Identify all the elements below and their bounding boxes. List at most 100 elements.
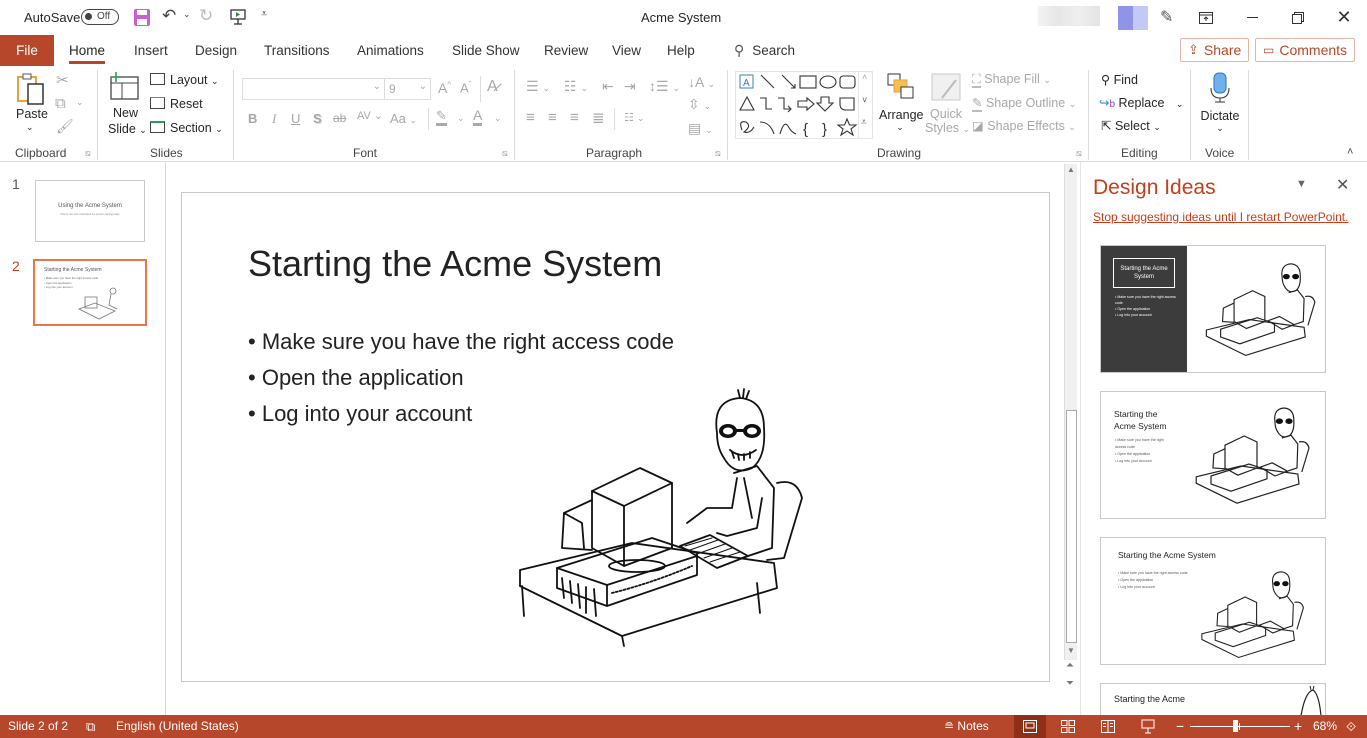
slide-canvas[interactable]: Starting the Acme System • Make sure you… xyxy=(181,192,1050,682)
close-pane-icon[interactable]: ✕ xyxy=(1336,175,1349,195)
increase-indent-button[interactable]: ⇥ xyxy=(624,78,636,95)
justify-button[interactable]: ≣ xyxy=(592,109,605,127)
layout-button[interactable]: Layout ⌄ xyxy=(150,73,219,87)
character-spacing-button[interactable]: AV ⌄ xyxy=(357,109,383,122)
align-right-button[interactable]: ≡ xyxy=(570,109,579,126)
change-case-button[interactable]: Aa ⌄ xyxy=(390,111,417,126)
font-size-combobox[interactable]: 9 ⌄ xyxy=(385,78,431,100)
text-direction-button[interactable]: ↓A ⌄ xyxy=(688,74,715,90)
format-painter-icon[interactable]: 🖌 xyxy=(56,118,74,135)
undo-dropdown-icon[interactable]: ⌄ xyxy=(183,9,191,20)
text-shadow-button[interactable]: S xyxy=(313,111,322,126)
font-color-dropdown-icon[interactable]: ⌄ xyxy=(494,113,502,124)
columns-button[interactable]: ☷ ⌄ xyxy=(624,111,644,124)
slideshow-button[interactable] xyxy=(1141,719,1155,737)
tab-review[interactable]: Review xyxy=(544,35,588,66)
zoom-slider[interactable] xyxy=(1190,720,1290,732)
avatar[interactable] xyxy=(1118,6,1148,30)
find-button[interactable]: ⚲ Find xyxy=(1101,72,1138,87)
fit-slide-to-window-icon[interactable]: ⟐ xyxy=(1346,715,1356,738)
redo-icon[interactable]: ↻ xyxy=(199,6,213,26)
next-slide-icon[interactable]: ⏷ xyxy=(1066,678,1074,689)
copy-dropdown-icon[interactable]: ⌄ xyxy=(76,97,84,108)
font-launcher-icon[interactable]: ⧅ xyxy=(502,148,508,159)
undo-icon[interactable]: ↶ xyxy=(162,6,176,26)
restore-button[interactable] xyxy=(1275,0,1321,35)
previous-slide-icon[interactable]: ⏶ xyxy=(1066,660,1074,671)
zoom-out-button[interactable]: − xyxy=(1176,715,1184,738)
scroll-down-icon[interactable]: ▼ xyxy=(1067,646,1075,655)
design-idea-1[interactable]: Starting the Acme System • Make sure you… xyxy=(1100,245,1326,373)
underline-button[interactable]: U xyxy=(291,111,300,126)
tab-design[interactable]: Design xyxy=(195,35,237,66)
scrollbar-thumb[interactable] xyxy=(1066,410,1077,643)
shape-effects-button[interactable]: ◪ Shape Effects ⌄ xyxy=(972,118,1076,133)
slide-sorter-button[interactable] xyxy=(1061,720,1075,736)
italic-button[interactable]: I xyxy=(272,111,276,127)
tab-insert[interactable]: Insert xyxy=(134,35,168,66)
comments-button[interactable]: ▭ Comments xyxy=(1255,38,1356,62)
close-window-button[interactable]: ✕ xyxy=(1321,0,1367,35)
present-from-start-icon[interactable] xyxy=(229,8,247,31)
grow-font-button[interactable]: A^ xyxy=(438,80,451,96)
save-icon[interactable] xyxy=(134,9,150,26)
clear-formatting-icon[interactable]: A̷ xyxy=(487,78,498,96)
align-center-button[interactable]: ≡ xyxy=(548,109,557,126)
cartoon-man-at-computer-image[interactable] xyxy=(512,388,812,648)
dictate-button[interactable]: Dictate ⌄ xyxy=(1200,72,1240,134)
customize-qat-icon[interactable]: ⩡ xyxy=(261,8,267,21)
design-idea-2[interactable]: Starting the Acme System • Make sure you… xyxy=(1100,391,1326,519)
tab-file[interactable]: File xyxy=(0,35,54,66)
gallery-down-icon[interactable]: ˅ xyxy=(862,95,867,105)
new-slide-button[interactable]: New Slide ⌄ xyxy=(108,72,147,136)
reading-view-button[interactable] xyxy=(1101,720,1115,736)
design-idea-3[interactable]: Starting the Acme System • Make sure you… xyxy=(1100,537,1326,665)
slide-title[interactable]: Starting the Acme System xyxy=(248,243,662,285)
ribbon-display-options-button[interactable] xyxy=(1183,0,1229,35)
notes-button[interactable]: ≘ Notes xyxy=(944,715,989,738)
bullets-button[interactable]: ☰ ⌄ xyxy=(526,78,550,95)
tab-view[interactable]: View xyxy=(612,35,641,66)
zoom-slider-thumb[interactable] xyxy=(1233,720,1238,732)
tab-animations[interactable]: Animations xyxy=(357,35,424,66)
shapes-gallery[interactable]: A { } xyxy=(735,71,873,139)
align-left-button[interactable]: ≡ xyxy=(526,109,535,126)
shape-fill-button[interactable]: ⛶ Shape Fill ⌄ xyxy=(972,72,1051,88)
font-color-button[interactable]: A xyxy=(473,108,483,126)
shape-outline-button[interactable]: ✎ Shape Outline ⌄ xyxy=(972,95,1076,112)
pane-options-icon[interactable]: ▼ xyxy=(1296,178,1307,190)
highlight-color-icon[interactable]: ✎ xyxy=(436,109,447,126)
minimize-button[interactable] xyxy=(1229,0,1275,35)
section-button[interactable]: Section ⌄ xyxy=(150,121,223,135)
quick-styles-button[interactable]: Quick Styles ⌄ xyxy=(925,72,970,135)
slide-thumbnail-1[interactable]: Using the Acme System How to use and und… xyxy=(35,180,145,242)
vertical-scrollbar[interactable]: ▲ ▼ xyxy=(1064,164,1077,660)
shrink-font-button[interactable]: Aˇ xyxy=(460,80,471,95)
convert-to-smartart-button[interactable]: ▤ ⌄ xyxy=(688,120,713,137)
line-spacing-button[interactable]: ↕☰ ⌄ xyxy=(649,78,680,95)
stop-suggesting-link[interactable]: Stop suggesting ideas until I restart Po… xyxy=(1093,210,1348,224)
tab-help[interactable]: Help xyxy=(667,35,695,66)
designer-wand-icon[interactable]: ✎ xyxy=(1160,7,1173,27)
tab-transitions[interactable]: Transitions xyxy=(264,35,330,66)
slide-thumbnail-2-selected[interactable]: Starting the Acme System • Make sure you… xyxy=(33,259,147,326)
arrange-button[interactable]: Arrange ⌄ xyxy=(879,72,923,133)
paste-button[interactable]: Paste ⌄ xyxy=(16,72,48,132)
zoom-in-button[interactable]: + xyxy=(1294,715,1302,738)
decrease-indent-button[interactable]: ⇤ xyxy=(602,78,614,95)
scroll-up-icon[interactable]: ▲ xyxy=(1067,165,1075,174)
account-name-blurred[interactable] xyxy=(1038,6,1100,26)
autosave-toggle[interactable]: Off xyxy=(81,9,119,25)
font-name-combobox[interactable]: ⌄ xyxy=(242,78,385,100)
select-button[interactable]: ⇱ Select ⌄ xyxy=(1101,118,1161,133)
reset-button[interactable]: Reset xyxy=(150,97,203,111)
paragraph-launcher-icon[interactable]: ⧅ xyxy=(715,148,721,159)
numbering-button[interactable]: ☷ ⌄ xyxy=(564,78,588,95)
copy-icon[interactable]: ⧉ xyxy=(55,95,66,112)
clipboard-launcher-icon[interactable]: ⧅ xyxy=(85,148,91,159)
cut-icon[interactable]: ✂ xyxy=(56,71,69,89)
tab-slide-show[interactable]: Slide Show xyxy=(452,35,520,66)
strikethrough-button[interactable]: ab xyxy=(333,111,346,125)
align-text-button[interactable]: ⇳ ⌄ xyxy=(688,96,711,113)
design-idea-4[interactable]: Starting the Acme xyxy=(1100,683,1326,715)
